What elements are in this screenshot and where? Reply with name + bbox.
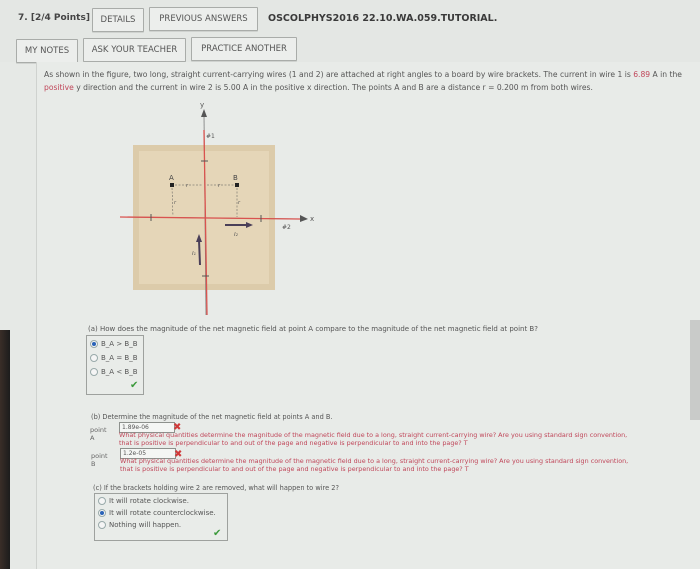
part-a-option-2[interactable]: B_A = B_B	[90, 354, 138, 362]
part-c-answer-box: It will rotate clockwise. It will rotate…	[94, 493, 228, 541]
point-b-label: point B	[91, 452, 108, 468]
monitor-bezel	[0, 330, 10, 569]
question-code: OSCOLPHYS2016 22.10.WA.059.TUTORIAL.	[268, 13, 498, 24]
question-points: 7. [2/4 Points]	[18, 13, 90, 23]
radio-unselected[interactable]	[90, 368, 98, 376]
problem-statement: As shown in the figure, two long, straig…	[44, 70, 682, 92]
point-a-hint: What physical quantities determine the m…	[119, 431, 628, 447]
current-i1-label: I₁	[192, 251, 196, 257]
part-a-question: (a) How does the magnitude of the net ma…	[88, 325, 538, 333]
radio-selected[interactable]	[98, 509, 106, 517]
part-a-answer-box: B_A > B_B B_A = B_B B_A < B_B ✔	[86, 335, 144, 395]
radio-unselected[interactable]	[98, 497, 106, 505]
x-axis-label: x	[310, 215, 314, 223]
part-a-option-1[interactable]: B_A > B_B	[90, 340, 138, 348]
details-button[interactable]: DETAILS	[92, 8, 144, 32]
point-b-marker	[235, 183, 239, 187]
part-c-question: (c) If the brackets holding wire 2 are r…	[93, 484, 339, 492]
previous-answers-button[interactable]: PREVIOUS ANSWERS	[149, 7, 258, 31]
current-i1-arrow	[198, 239, 201, 266]
part-c-option-1[interactable]: It will rotate clockwise.	[98, 497, 189, 505]
y-axis-arrow	[201, 109, 207, 117]
my-notes-button[interactable]: MY NOTES	[16, 39, 78, 63]
practice-another-button[interactable]: PRACTICE ANOTHER	[191, 37, 297, 61]
part-c-option-2[interactable]: It will rotate counterclockwise.	[98, 509, 216, 517]
radio-selected[interactable]	[90, 340, 98, 348]
correct-check-icon: ✔	[213, 528, 222, 539]
x-axis-arrow	[300, 215, 308, 222]
current-wire1-value: 6.89	[633, 70, 651, 79]
part-c-option-3[interactable]: Nothing will happen.	[98, 521, 181, 529]
wire-1-label: #1	[206, 133, 215, 140]
point-a-label: point A	[90, 426, 107, 442]
question-header: 7. [2/4 Points] DETAILS PREVIOUS ANSWERS…	[0, 0, 700, 63]
correct-check-icon: ✔	[130, 380, 139, 391]
part-b-question: (b) Determine the magnitude of the net m…	[91, 413, 333, 421]
wire-2-label: #2	[282, 224, 291, 231]
scrollbar[interactable]	[690, 320, 700, 420]
y-axis-label: y	[200, 101, 204, 109]
radio-unselected[interactable]	[90, 354, 98, 362]
radio-unselected[interactable]	[98, 521, 106, 529]
point-b-label: B	[233, 174, 238, 182]
point-b-hint: What physical quantities determine the m…	[120, 457, 629, 473]
point-a-marker	[170, 183, 174, 187]
part-a-option-3[interactable]: B_A < B_B	[90, 368, 138, 376]
ask-teacher-button[interactable]: ASK YOUR TEACHER	[83, 38, 186, 62]
wires-figure: y x #1 #2 A B r r r r I₂ I₁	[120, 101, 314, 315]
point-a-label: A	[169, 174, 174, 182]
